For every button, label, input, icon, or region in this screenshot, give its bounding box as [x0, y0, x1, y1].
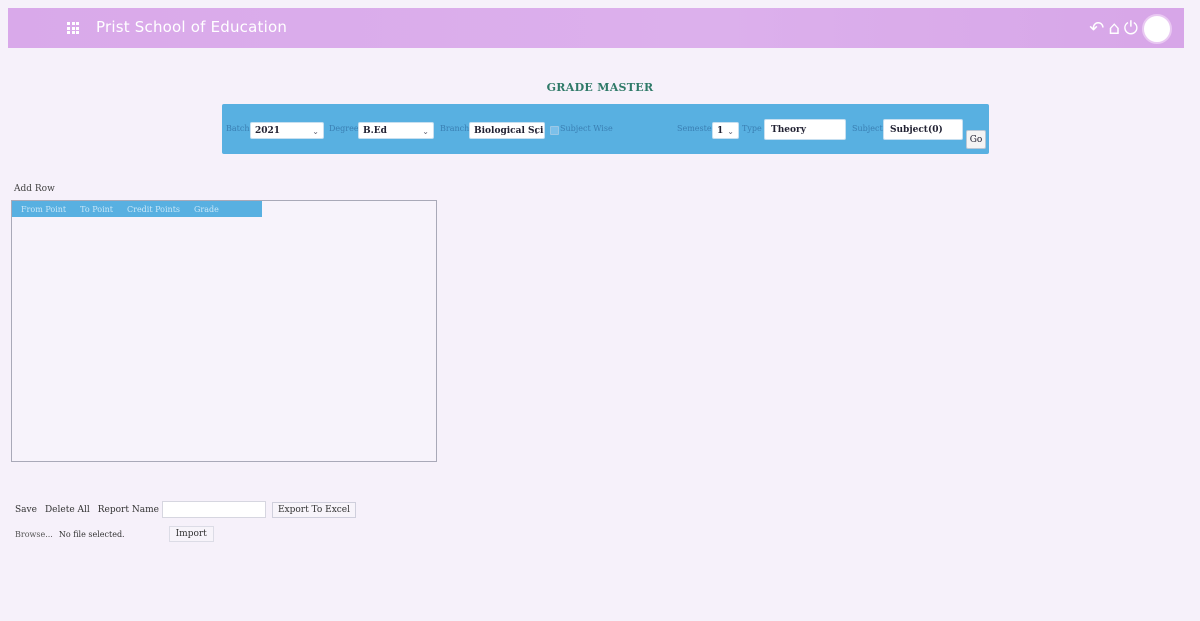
- import-button[interactable]: Import: [168, 526, 214, 542]
- subject-wise-label: Subject Wise: [560, 124, 613, 133]
- batch-select[interactable]: 2021 ⌄: [250, 122, 324, 139]
- report-name-label: Report Name: [97, 504, 159, 515]
- home-icon[interactable]: ⌂: [1108, 15, 1119, 43]
- grid-header: From Point To Point Credit Points Grade: [12, 201, 262, 217]
- filter-bar: Batch 2021 ⌄ Degree B.Ed ⌄ Branch Biolog…: [222, 104, 989, 154]
- degree-select[interactable]: B.Ed ⌄: [358, 122, 434, 139]
- report-name-input[interactable]: [161, 501, 266, 518]
- branch-label: Branch: [440, 124, 470, 133]
- type-label: Type: [742, 124, 762, 133]
- chevron-down-icon: ⌄: [533, 127, 540, 136]
- top-icons: ↶ ⌂ ⏻: [1089, 14, 1172, 44]
- semester-label: Semester: [677, 124, 716, 133]
- grade-grid: From Point To Point Credit Points Grade: [11, 200, 437, 462]
- export-to-excel-button[interactable]: Export To Excel: [271, 501, 357, 518]
- file-status: No file selected.: [58, 529, 125, 539]
- save-button[interactable]: Save: [15, 505, 37, 515]
- top-navbar: Prist School of Education ↶ ⌂ ⏻: [8, 8, 1184, 48]
- semester-select[interactable]: 1 ⌄: [712, 122, 739, 139]
- column-to-point[interactable]: To Point: [80, 205, 113, 214]
- page-title: GRADE MASTER: [546, 81, 654, 94]
- column-from-point[interactable]: From Point: [21, 205, 66, 214]
- batch-label: Batch: [226, 124, 250, 133]
- degree-value: B.Ed: [363, 126, 387, 136]
- import-row: Browse... No file selected. Import: [15, 526, 214, 542]
- column-grade[interactable]: Grade: [194, 205, 219, 214]
- avatar[interactable]: [1142, 14, 1172, 44]
- chevron-down-icon: ⌄: [422, 127, 429, 136]
- branch-select[interactable]: Biological Sci ⌄: [469, 122, 545, 139]
- subject-label: Subject: [852, 124, 883, 133]
- delete-all-button[interactable]: Delete All: [45, 505, 90, 515]
- go-button[interactable]: Go: [966, 130, 986, 149]
- power-icon[interactable]: ⏻: [1124, 15, 1138, 43]
- action-bar: Save Delete All Report Name Export To Ex…: [15, 501, 357, 518]
- chevron-down-icon: ⌄: [312, 127, 319, 136]
- subject-field[interactable]: Subject(0): [883, 119, 963, 140]
- chevron-down-icon: ⌄: [727, 127, 734, 136]
- degree-label: Degree: [329, 124, 359, 133]
- subject-wise-checkbox[interactable]: [550, 126, 559, 135]
- semester-value: 1: [717, 126, 724, 136]
- column-credit-points[interactable]: Credit Points: [127, 205, 180, 214]
- batch-value: 2021: [255, 126, 281, 136]
- back-icon[interactable]: ↶: [1089, 15, 1104, 43]
- type-field[interactable]: Theory: [764, 119, 846, 140]
- app-title: Prist School of Education: [96, 18, 288, 36]
- browse-button[interactable]: Browse...: [15, 530, 53, 539]
- grid-menu-icon[interactable]: [67, 22, 79, 34]
- add-row-button[interactable]: Add Row: [14, 184, 55, 194]
